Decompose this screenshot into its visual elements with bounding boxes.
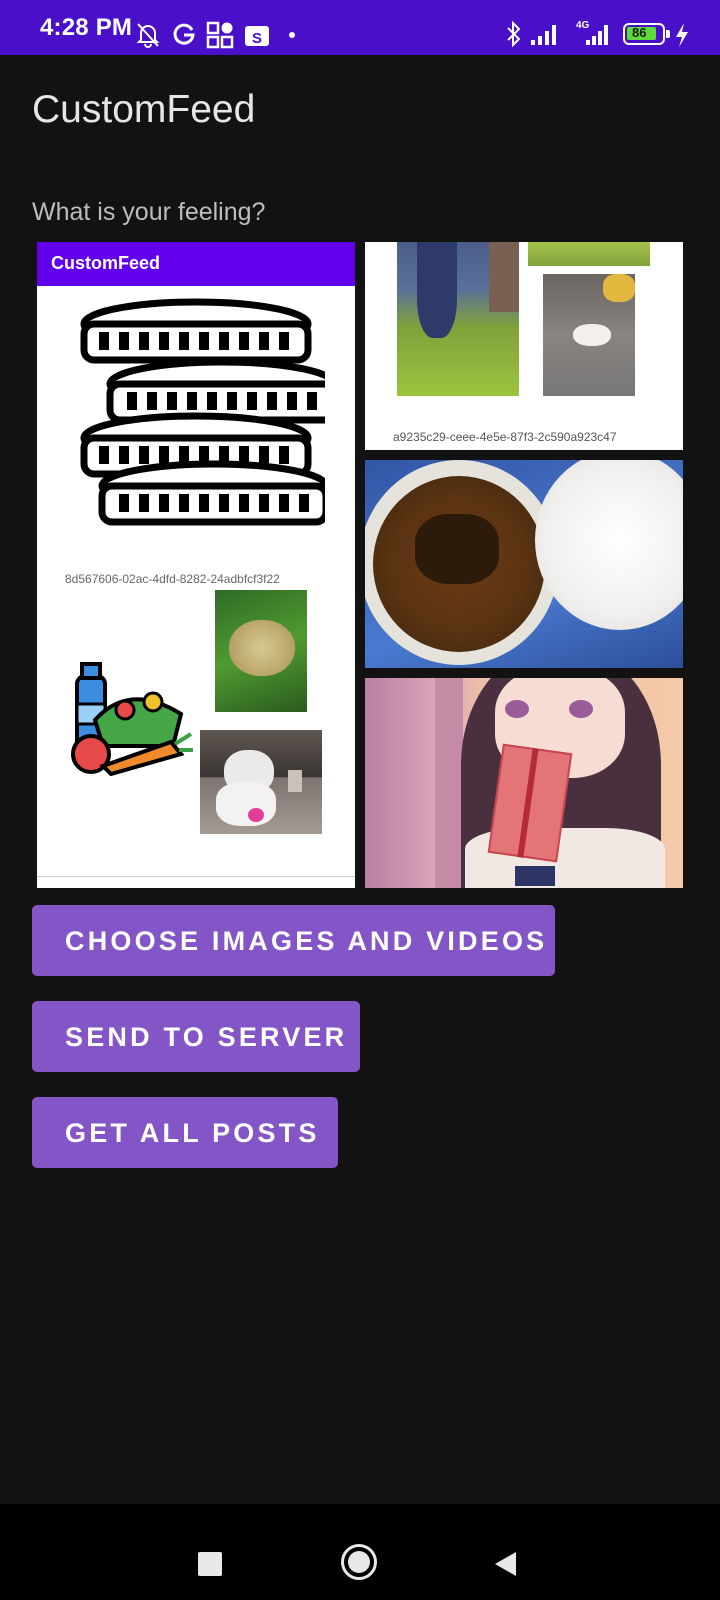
post-id: a9235c29-ceee-4e5e-87f3-2c590a923c47: [393, 430, 617, 444]
cat-photo: [543, 274, 635, 396]
navigation-bar: [0, 1504, 720, 1600]
recents-square-icon[interactable]: [198, 1552, 222, 1576]
groceries-image: [71, 662, 193, 776]
g-icon: [173, 23, 195, 45]
app-title: CustomFeed: [32, 88, 256, 131]
status-time: 4:28 PM: [40, 14, 133, 41]
battery-level: 86: [632, 25, 647, 40]
dot-icon: [289, 32, 295, 38]
choose-images-button[interactable]: CHOOSE IMAGES AND VIDEOS: [32, 905, 555, 976]
home-circle-icon[interactable]: [341, 1544, 377, 1580]
mute-bell-icon: [136, 23, 160, 48]
anime-girl-image: [365, 678, 683, 888]
post-id: 8d567606-02ac-4dfd-8282-24adbfcf3f22: [65, 572, 280, 586]
back-triangle-icon[interactable]: [492, 1550, 518, 1578]
post-header: CustomFeed: [37, 242, 355, 286]
coin-stack-image: [80, 298, 325, 526]
s-app-icon: S: [245, 26, 269, 47]
food-leaf-photo: [215, 590, 307, 712]
bluetooth-icon: [507, 20, 521, 48]
grass-photo-strip: [528, 242, 650, 266]
feed-post-4[interactable]: [365, 678, 683, 888]
feeling-input[interactable]: What is your feeling?: [32, 198, 688, 238]
signal-icon: [531, 25, 556, 45]
send-to-server-button[interactable]: SEND TO SERVER: [32, 1001, 360, 1072]
mascot-statue-photo: [200, 730, 322, 834]
feed-post-3[interactable]: [365, 460, 683, 668]
signal-4g-icon: [586, 25, 608, 45]
divider: [37, 876, 355, 877]
feed-post-1[interactable]: CustomFeed 8d567606-02ac-4dfd-8282-24adb…: [37, 242, 355, 888]
battery-icon: 86: [623, 23, 670, 45]
feed-post-2[interactable]: a9235c29-ceee-4e5e-87f3-2c590a923c47: [365, 242, 683, 450]
get-all-posts-button[interactable]: GET ALL POSTS: [32, 1097, 338, 1168]
status-bar: 4:28 PM S 4G 86: [0, 0, 720, 55]
gorilla-grass-photo: [397, 242, 519, 396]
charging-icon: [676, 23, 688, 47]
soup-noodle-photo: [365, 460, 683, 668]
svg-text:S: S: [252, 30, 262, 47]
apps-icon: [206, 21, 234, 49]
